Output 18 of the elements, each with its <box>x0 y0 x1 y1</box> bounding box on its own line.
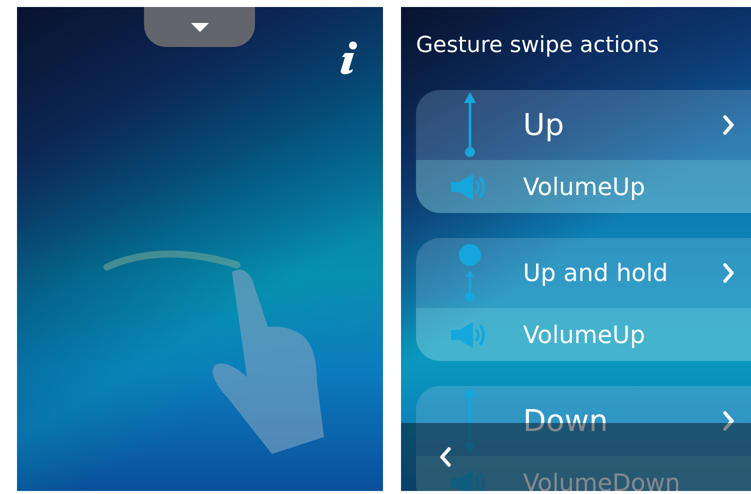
action-label: VolumeUp <box>523 172 646 200</box>
gesture-row[interactable]: Down <box>416 386 751 456</box>
gesture-row[interactable]: Up <box>416 90 751 160</box>
arrow-up-icon <box>462 92 476 158</box>
caret-down-icon <box>190 22 208 32</box>
info-icon[interactable] <box>339 41 359 75</box>
action-label: VolumeUp <box>523 320 646 348</box>
hold-up-icon <box>458 243 482 303</box>
chevron-right-icon <box>723 411 735 431</box>
action-label: VolumeDown <box>523 468 680 491</box>
back-button[interactable] <box>439 447 451 467</box>
chevron-left-icon <box>439 447 451 467</box>
screen-title: Gesture swipe actions <box>415 32 660 60</box>
gesture-row[interactable]: Up and hold <box>416 238 751 308</box>
chevron-right-icon <box>723 263 735 283</box>
chevron-right-icon <box>723 115 735 135</box>
pull-down-tab[interactable] <box>144 7 255 47</box>
arrow-down-icon <box>462 388 476 454</box>
